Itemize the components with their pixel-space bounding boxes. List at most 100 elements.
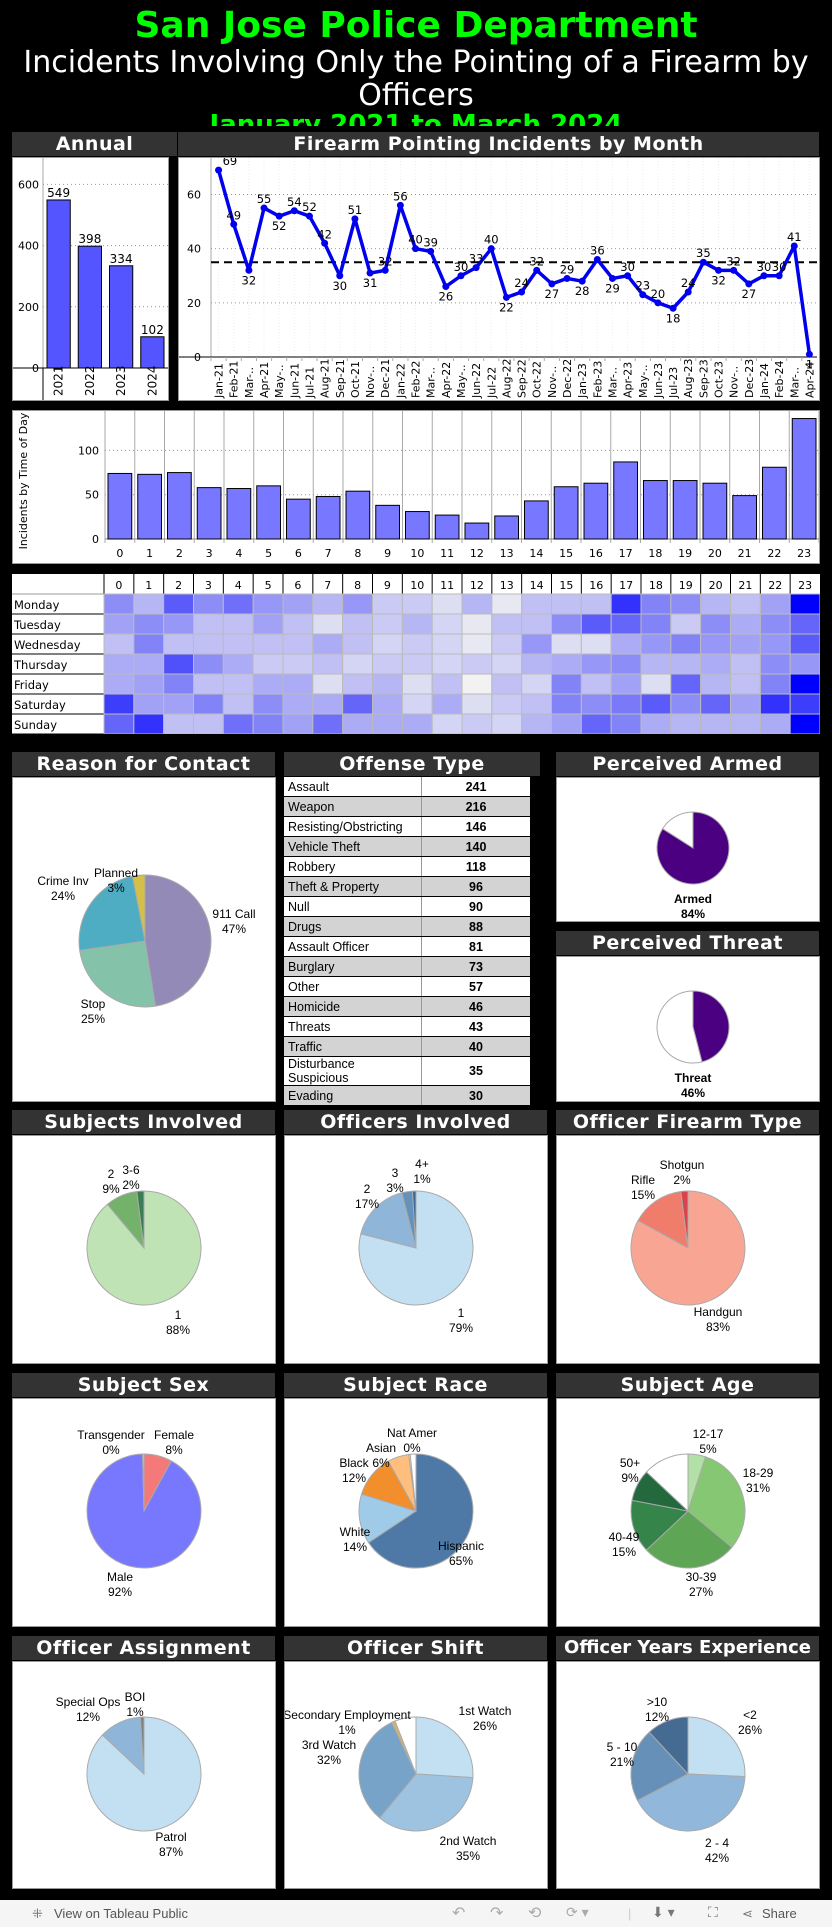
annual-bar[interactable] [109,265,134,369]
share-button[interactable]: Share [762,1906,797,1921]
hourly-bar[interactable] [672,480,698,540]
heatmap-cell[interactable] [610,713,642,735]
heatmap-cell[interactable] [193,593,224,615]
heatmap-cell[interactable] [521,673,552,695]
share-icon[interactable]: ⋖ [742,1906,753,1922]
heatmap-cell[interactable] [133,713,165,735]
heatmap-cell[interactable] [551,653,582,675]
heatmap-cell[interactable] [252,693,284,715]
heatmap-cell[interactable] [312,613,344,635]
heatmap-cell[interactable] [461,633,493,655]
heatmap-cell[interactable] [789,613,821,635]
heatmap-cell[interactable] [222,693,254,715]
heatmap-cell[interactable] [461,713,493,735]
heatmap-cell[interactable] [163,593,195,615]
hourly-bar[interactable] [405,511,430,540]
heatmap-cell[interactable] [372,653,403,675]
heatmap-cell[interactable] [759,713,791,735]
heatmap-cell[interactable] [133,613,165,635]
heatmap-cell[interactable] [133,693,165,715]
heatmap-cell[interactable] [491,633,523,655]
heatmap-cell[interactable] [252,653,284,675]
hourly-bar[interactable] [315,495,341,540]
heatmap-cell[interactable] [222,653,254,675]
heatmap-cell[interactable] [252,633,284,655]
heatmap-cell[interactable] [551,613,582,635]
heatmap-cell[interactable] [640,693,672,715]
heatmap-cell[interactable] [193,673,224,695]
heatmap-cell[interactable] [133,593,165,615]
heatmap-cell[interactable] [670,633,702,655]
hourly-bar[interactable] [196,487,222,540]
heatmap-cell[interactable] [133,633,165,655]
heatmap-cell[interactable] [312,653,344,675]
heatmap-cell[interactable] [163,653,195,675]
heatmap-cell[interactable] [133,673,165,695]
heatmap-cell[interactable] [193,633,224,655]
heatmap-cell[interactable] [401,653,433,675]
redo-icon[interactable]: ↷ [490,1903,503,1923]
heatmap-cell[interactable] [789,653,821,675]
hourly-bar[interactable] [256,485,281,540]
heatmap-cell[interactable] [282,673,314,695]
heatmap-cell[interactable] [103,633,135,655]
heatmap-cell[interactable] [401,673,433,695]
download-icon[interactable]: ⬇ ▾ [652,1904,675,1921]
heatmap-cell[interactable] [580,653,612,675]
heatmap-cell[interactable] [700,613,732,635]
heatmap-cell[interactable] [103,713,135,735]
heatmap-cell[interactable] [610,653,642,675]
heatmap-cell[interactable] [282,693,314,715]
heatmap-cell[interactable] [789,693,821,715]
heatmap-cell[interactable] [521,593,552,615]
heatmap-cell[interactable] [551,693,582,715]
hourly-bar[interactable] [613,461,638,540]
heatmap-cell[interactable] [342,673,373,695]
annual-bar[interactable] [77,245,102,369]
view-on-tableau-link[interactable]: View on Tableau Public [54,1906,188,1921]
heatmap-cell[interactable] [461,673,493,695]
heatmap-cell[interactable] [431,653,463,675]
heatmap-cell[interactable] [372,613,403,635]
heatmap-cell[interactable] [521,653,552,675]
heatmap-cell[interactable] [491,653,523,675]
hourly-bar[interactable] [226,488,252,540]
heatmap-cell[interactable] [133,653,165,675]
heatmap-cell[interactable] [491,613,523,635]
heatmap-cell[interactable] [222,713,254,735]
undo-icon[interactable]: ↶ [452,1903,465,1923]
heatmap-cell[interactable] [193,613,224,635]
heatmap-cell[interactable] [252,713,284,735]
heatmap-cell[interactable] [551,673,582,695]
heatmap-cell[interactable] [163,673,195,695]
heatmap-cell[interactable] [730,593,761,615]
heatmap-cell[interactable] [372,633,403,655]
heatmap-cell[interactable] [282,653,314,675]
heatmap-cell[interactable] [461,653,493,675]
heatmap-cell[interactable] [103,673,135,695]
heatmap-cell[interactable] [730,713,761,735]
heatmap-cell[interactable] [461,613,493,635]
heatmap-cell[interactable] [610,693,642,715]
hourly-bar[interactable] [375,504,400,540]
heatmap-cell[interactable] [610,633,642,655]
heatmap-cell[interactable] [491,673,523,695]
fullscreen-icon[interactable]: ⛶ [708,1904,718,1921]
heatmap-cell[interactable] [401,613,433,635]
heatmap-cell[interactable] [730,693,761,715]
heatmap-cell[interactable] [580,593,612,615]
heatmap-cell[interactable] [461,593,493,615]
heatmap-cell[interactable] [670,653,702,675]
hourly-bar[interactable] [167,472,192,540]
heatmap-cell[interactable] [372,593,403,615]
heatmap-cell[interactable] [730,653,761,675]
annual-bar[interactable] [46,199,71,369]
heatmap-cell[interactable] [342,693,373,715]
heatmap-cell[interactable] [222,673,254,695]
heatmap-cell[interactable] [551,593,582,615]
heatmap-cell[interactable] [103,593,135,615]
heatmap-cell[interactable] [670,713,702,735]
heatmap-cell[interactable] [222,593,254,615]
heatmap-cell[interactable] [670,593,702,615]
hourly-bar[interactable] [702,482,728,540]
